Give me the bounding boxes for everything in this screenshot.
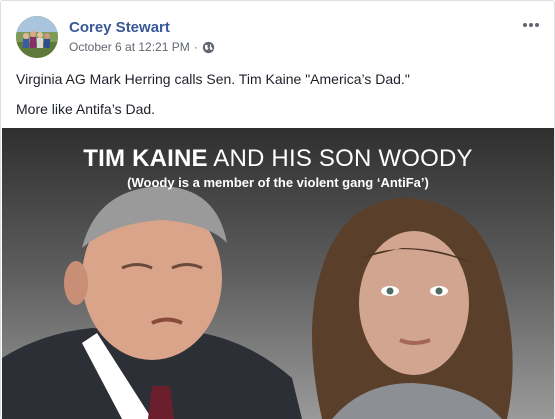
- image-subheadline: (Woody is a member of the violent gang ‘…: [127, 175, 429, 190]
- post-timestamp[interactable]: October 6 at 12:21 PM: [69, 40, 190, 54]
- avatar-image: [16, 16, 58, 58]
- post-text-line: More like Antifa’s Dad.: [16, 101, 156, 117]
- more-options-icon[interactable]: [519, 15, 543, 35]
- author-name-link[interactable]: Corey Stewart: [69, 19, 170, 36]
- post-text-line: Virginia AG Mark Herring calls Sen. Tim …: [16, 71, 410, 87]
- meta-separator: ·: [193, 40, 198, 54]
- post-header: Corey Stewart October 6 at 12:21 PM ·: [13, 13, 543, 61]
- globe-icon[interactable]: [202, 41, 215, 54]
- post-text: Virginia AG Mark Herring calls Sen. Tim …: [16, 70, 541, 130]
- facebook-post: Corey Stewart October 6 at 12:21 PM · Vi…: [0, 0, 555, 419]
- image-headline: TIM KAINE AND HIS SON WOODY: [2, 145, 554, 173]
- image-headline-rest: AND HIS SON WOODY: [207, 145, 473, 172]
- image-headline-bold: TIM KAINE: [83, 145, 208, 172]
- avatar[interactable]: [16, 16, 58, 58]
- post-image[interactable]: TIM KAINE AND HIS SON WOODY (Woody is a …: [2, 128, 554, 419]
- post-meta: October 6 at 12:21 PM ·: [69, 40, 215, 54]
